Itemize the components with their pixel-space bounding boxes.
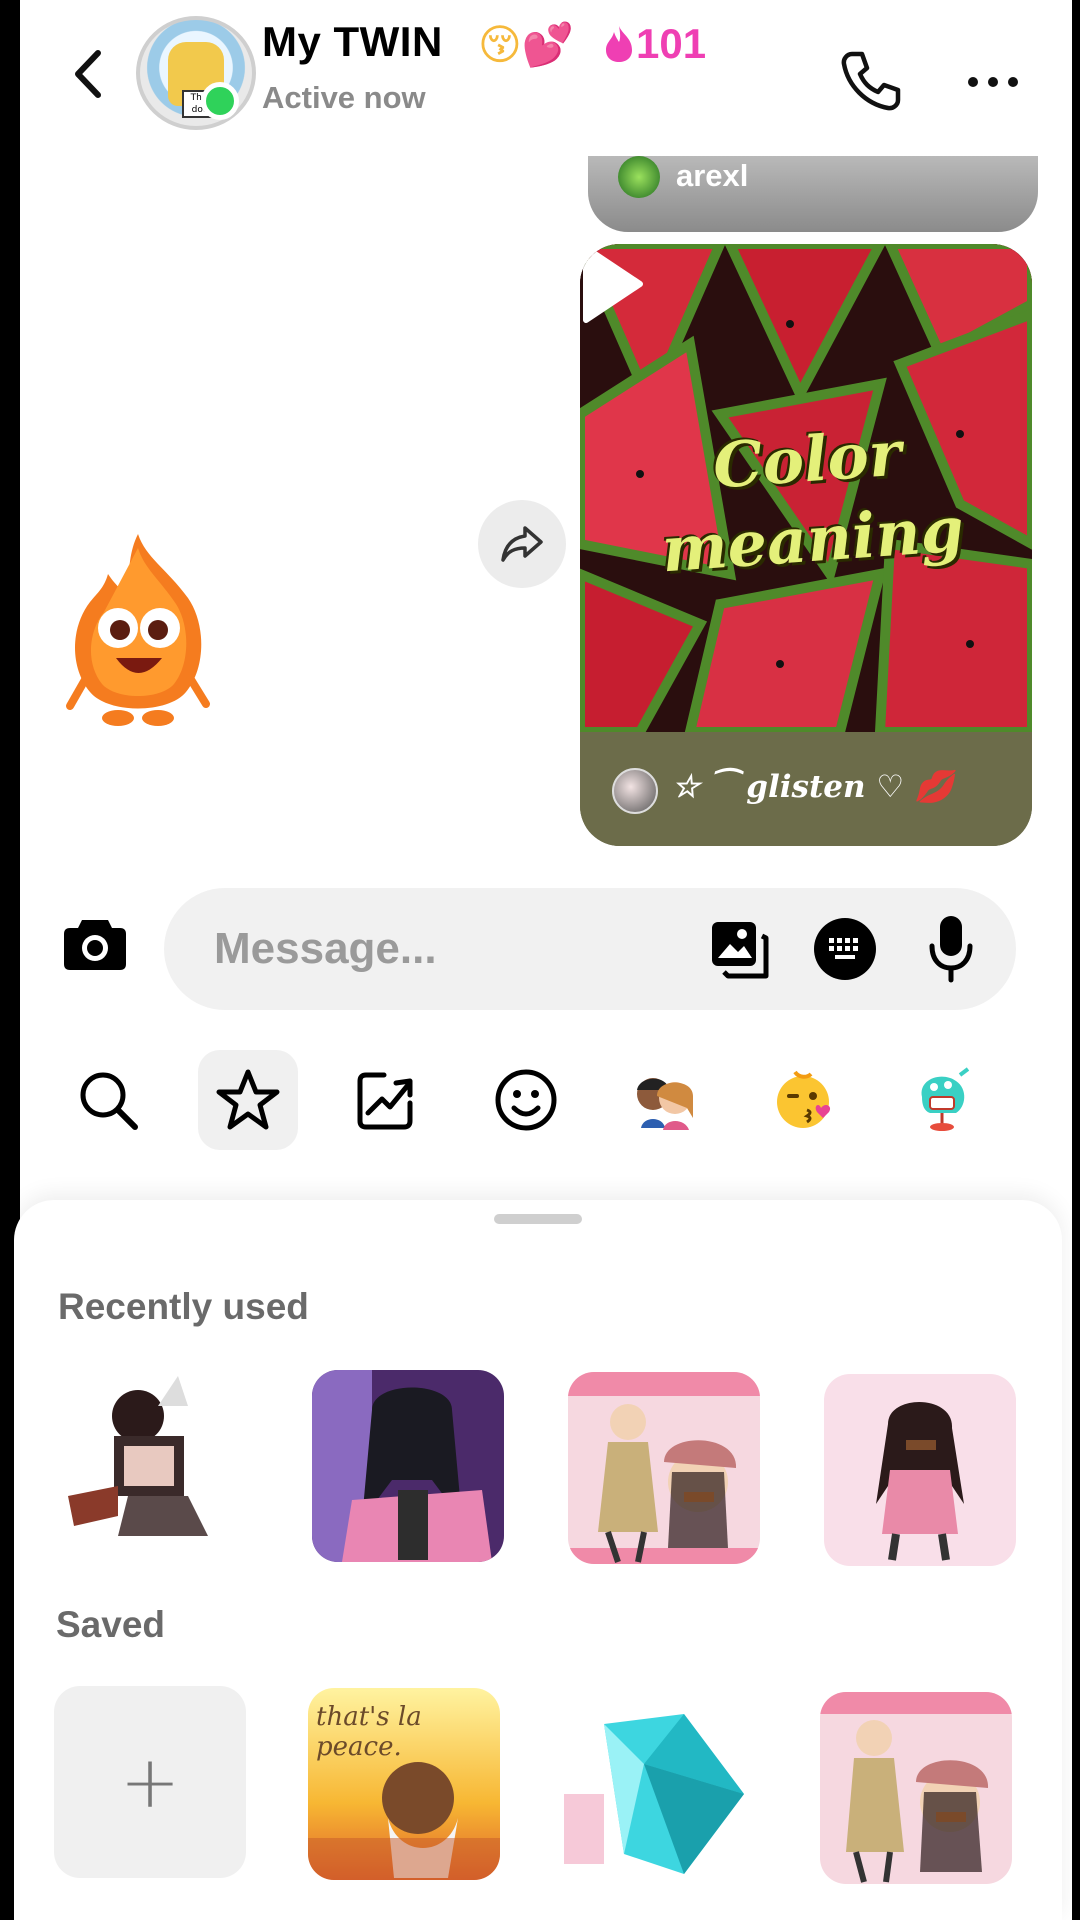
video-caption-bar: ☆ ⁀ glisten ♡ 💋 xyxy=(580,732,1032,846)
sticker-item[interactable] xyxy=(564,1704,754,1880)
camera-button[interactable] xyxy=(62,916,128,974)
streak-badge: 101 xyxy=(602,20,706,68)
sheet-handle[interactable] xyxy=(494,1214,582,1224)
tab-emoji-stickers[interactable] xyxy=(754,1050,854,1150)
sticker-item[interactable] xyxy=(312,1370,504,1562)
character-icon xyxy=(921,1067,970,1131)
camera-icon xyxy=(64,920,126,970)
keyboard-icon xyxy=(829,938,858,959)
more-icon-dot xyxy=(968,77,978,87)
shared-username: arexl xyxy=(676,158,749,193)
video-title: Color meaning xyxy=(659,416,967,587)
tab-search[interactable] xyxy=(58,1050,158,1150)
call-button[interactable] xyxy=(838,48,904,114)
back-button[interactable] xyxy=(62,44,112,104)
video-caption: ☆ ⁀ glisten ♡ 💋 xyxy=(672,769,954,805)
recently-used-heading: Recently used xyxy=(58,1286,309,1327)
share-icon xyxy=(501,526,543,562)
fire-mascot-sticker[interactable] xyxy=(56,528,220,728)
gallery-button[interactable] xyxy=(708,918,770,982)
tab-avatars[interactable] xyxy=(614,1050,714,1150)
sticker-caption: that's la peace. xyxy=(316,1702,422,1762)
sticker-item[interactable] xyxy=(824,1374,1016,1566)
sticker-item[interactable]: that's la peace. xyxy=(308,1688,500,1880)
shared-user-avatar xyxy=(618,156,660,198)
tab-favorites[interactable] xyxy=(198,1050,298,1150)
contact-avatar[interactable]: The dot xyxy=(136,16,256,130)
trending-icon xyxy=(357,1072,413,1130)
sticker-item[interactable] xyxy=(58,1366,250,1558)
tab-character-stickers[interactable] xyxy=(892,1050,992,1150)
tab-emoji[interactable] xyxy=(476,1050,576,1150)
screen-edge-right xyxy=(1072,0,1080,1920)
chat-screen: Thedot My TWIN 😚💕 101 Active now arexl xyxy=(0,0,1080,1920)
shared-post-header[interactable]: arexl xyxy=(588,156,1038,232)
kiss-emoji-icon xyxy=(777,1070,831,1128)
tab-trending[interactable] xyxy=(336,1050,436,1150)
online-indicator xyxy=(201,82,239,120)
add-sticker-button[interactable]: + xyxy=(54,1686,246,1878)
message-input[interactable] xyxy=(214,918,654,980)
more-options-button[interactable] xyxy=(960,62,1026,102)
video-thumbnail: Color meaning xyxy=(580,244,1032,732)
contact-name[interactable]: My TWIN xyxy=(262,18,443,66)
microphone-icon xyxy=(929,916,973,983)
search-icon xyxy=(80,1072,138,1130)
smiley-icon xyxy=(495,1069,557,1131)
streak-count: 101 xyxy=(636,20,707,67)
share-button[interactable] xyxy=(478,500,566,588)
flame-icon xyxy=(606,26,632,62)
video-author-avatar xyxy=(612,768,658,814)
play-icon[interactable] xyxy=(580,244,644,324)
more-icon-dot xyxy=(1008,77,1018,87)
shared-video-message[interactable]: Color meaning ☆ ⁀ glisten ♡ 💋 xyxy=(580,244,1032,846)
contact-emoji: 😚💕 xyxy=(478,20,575,69)
gallery-icon xyxy=(712,922,769,979)
back-icon xyxy=(75,50,101,98)
phone-icon xyxy=(841,51,901,111)
active-status: Active now xyxy=(262,80,426,115)
plus-icon: + xyxy=(119,1740,181,1824)
keyboard-button[interactable] xyxy=(814,918,876,980)
more-icon-dot xyxy=(988,77,998,87)
avatars-icon xyxy=(637,1078,693,1130)
sticker-item[interactable] xyxy=(820,1692,1012,1884)
sticker-item[interactable] xyxy=(568,1372,760,1564)
microphone-button[interactable] xyxy=(926,914,976,984)
star-icon xyxy=(216,1069,280,1130)
saved-heading: Saved xyxy=(56,1604,166,1645)
message-composer xyxy=(164,888,1016,1010)
